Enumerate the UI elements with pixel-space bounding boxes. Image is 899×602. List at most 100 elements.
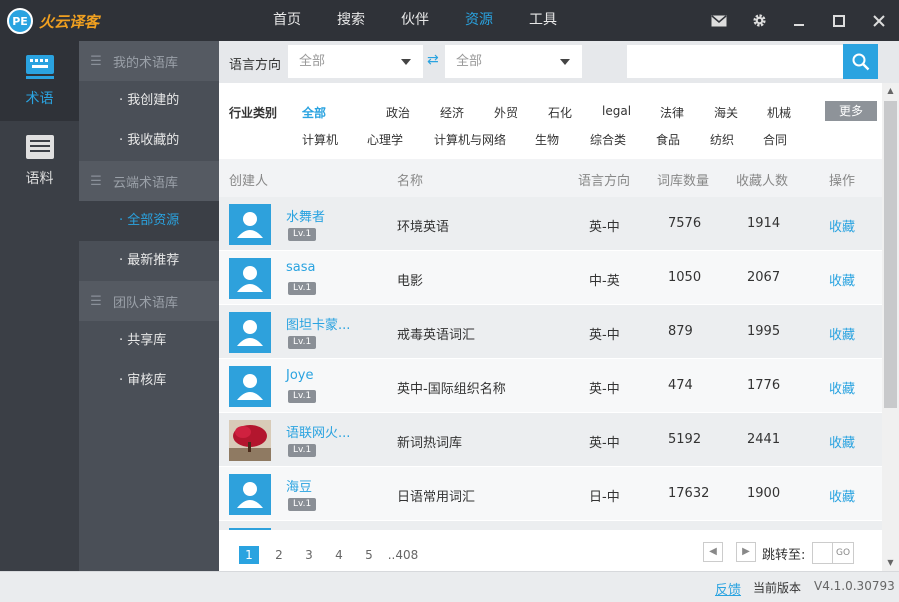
favorite-button[interactable]: 收藏 — [829, 486, 855, 505]
sidebar-item-shared[interactable]: · 共享库 — [79, 321, 219, 361]
column-header[interactable]: 语言方向 — [578, 170, 630, 189]
sidebar-item-created[interactable]: · 我创建的 — [79, 81, 219, 121]
level-badge: Lv.1 — [288, 390, 317, 403]
column-header[interactable]: 创建人 — [229, 170, 268, 189]
maximize-icon[interactable] — [819, 0, 859, 41]
close-icon[interactable] — [859, 0, 899, 41]
category-item[interactable]: 计算机与网络 — [434, 131, 506, 148]
mail-icon[interactable] — [699, 0, 739, 41]
favorite-button[interactable]: 收藏 — [829, 378, 855, 397]
page-button[interactable]: 4 — [329, 546, 349, 564]
page-button[interactable]: 1 — [239, 546, 259, 564]
avatar[interactable] — [229, 366, 271, 407]
category-item[interactable]: 经济 — [440, 104, 464, 121]
minimize-icon[interactable] — [779, 0, 819, 41]
creator-name[interactable]: 语联网火... — [286, 422, 350, 441]
avatar[interactable] — [229, 528, 271, 530]
avatar[interactable] — [229, 474, 271, 515]
category-item[interactable]: 海关 — [714, 104, 738, 121]
sidebar-item-review[interactable]: · 审核库 — [79, 361, 219, 401]
category-item[interactable]: legal — [602, 104, 631, 118]
language-direction: 英-中 — [589, 382, 620, 397]
search-input[interactable] — [627, 45, 843, 78]
next-page-icon[interactable]: ▶ — [736, 542, 756, 562]
scroll-thumb[interactable] — [884, 101, 897, 408]
favorite-count: 1995 — [747, 324, 781, 339]
category-item[interactable]: 石化 — [548, 104, 572, 121]
table-row[interactable]: 海豆 Lv.1 日语常用词汇 日-中 17632 1900 收藏 — [219, 467, 884, 521]
source-language-select[interactable]: 全部 — [288, 45, 423, 78]
favorite-button[interactable]: 收藏 — [829, 270, 855, 289]
category-item[interactable]: 外贸 — [494, 104, 518, 121]
table-row[interactable]: 图坦卡蒙... Lv.1 戒毒英语词汇 英-中 879 1995 收藏 — [219, 305, 884, 359]
category-item[interactable]: 政治 — [386, 104, 410, 121]
nav-search[interactable]: 搜索 — [319, 0, 383, 41]
module-corpus[interactable]: 语料 — [0, 121, 79, 201]
category-item[interactable]: 食品 — [656, 131, 680, 148]
section-team-terms[interactable]: ☰ 团队术语库 — [79, 281, 219, 321]
favorite-button[interactable]: 收藏 — [829, 324, 855, 343]
category-all[interactable]: 全部 — [302, 104, 326, 121]
category-item[interactable]: 计算机 — [302, 131, 338, 148]
favorite-button[interactable]: 收藏 — [829, 432, 855, 451]
creator-name[interactable]: sasa — [286, 260, 315, 275]
library-name: 环境英语 — [397, 220, 450, 235]
category-item[interactable]: 机械 — [767, 104, 791, 121]
column-header[interactable]: 收藏人数 — [736, 170, 788, 189]
category-item[interactable]: 法律 — [660, 104, 684, 121]
category-item[interactable]: 合同 — [763, 131, 787, 148]
nav-resources[interactable]: 资源 — [447, 0, 511, 41]
level-badge: Lv.1 — [288, 498, 317, 511]
avatar[interactable] — [229, 258, 271, 299]
avatar[interactable] — [229, 420, 271, 461]
avatar[interactable] — [229, 312, 271, 353]
go-button[interactable]: GO — [832, 542, 854, 564]
nav-partners[interactable]: 伙伴 — [383, 0, 447, 41]
level-badge: Lv.1 — [288, 444, 317, 457]
target-language-select[interactable]: 全部 — [445, 45, 582, 78]
category-item[interactable]: 心理学 — [367, 131, 403, 148]
module-terms[interactable]: 术语 — [0, 41, 79, 121]
prev-page-icon[interactable]: ◀ — [703, 542, 723, 562]
table-row[interactable]: 水舞者 Lv.1 环境英语 英-中 7576 1914 收藏 — [219, 197, 884, 251]
gear-icon[interactable] — [739, 0, 779, 41]
favorite-count: 2067 — [747, 270, 781, 285]
creator-name[interactable]: 图坦卡蒙... — [286, 314, 350, 333]
vertical-scrollbar[interactable]: ▲ ▼ — [882, 83, 899, 571]
column-header[interactable]: 操作 — [829, 170, 855, 189]
table-row[interactable]: 语联网火... Lv.1 新词热词库 英-中 5192 2441 收藏 — [219, 413, 884, 467]
swap-icon[interactable]: ⇄ — [427, 52, 439, 68]
favorite-button[interactable]: 收藏 — [829, 216, 855, 235]
creator-name[interactable]: 海豆 — [286, 476, 312, 495]
more-categories-button[interactable]: 更多 — [825, 101, 877, 121]
creator-name[interactable]: 水舞者 — [286, 206, 325, 225]
page-button[interactable]: 2 — [269, 546, 289, 564]
sidebar-item-all-resources[interactable]: · 全部资源 — [79, 201, 219, 241]
page-button[interactable]: 3 — [299, 546, 319, 564]
creator-name[interactable]: Joye — [286, 368, 313, 383]
search-button[interactable] — [843, 44, 878, 79]
search-icon — [852, 53, 869, 70]
category-item[interactable]: 生物 — [535, 131, 559, 148]
column-header[interactable]: 词库数量 — [657, 170, 709, 189]
scroll-up-icon[interactable]: ▲ — [882, 83, 899, 99]
feedback-link[interactable]: 反馈 — [715, 579, 741, 598]
nav-tools[interactable]: 工具 — [511, 0, 575, 41]
sidebar-item-favorited[interactable]: · 我收藏的 — [79, 121, 219, 161]
table-row[interactable]: sasa Lv.1 电影 中-英 1050 2067 收藏 — [219, 251, 884, 305]
page-last-button[interactable]: ..408 — [387, 546, 419, 564]
section-cloud-terms[interactable]: ☰ 云端术语库 — [79, 161, 219, 201]
nav-home[interactable]: 首页 — [255, 0, 319, 41]
category-item[interactable]: 综合类 — [590, 131, 626, 148]
table-row[interactable]: 招术词库 — [219, 521, 884, 530]
avatar[interactable] — [229, 204, 271, 245]
sidebar-item-recommended[interactable]: · 最新推荐 — [79, 241, 219, 281]
column-header[interactable]: 名称 — [397, 170, 423, 189]
scroll-down-icon[interactable]: ▼ — [882, 555, 899, 571]
page-button[interactable]: 5 — [359, 546, 379, 564]
language-direction-label: 语言方向 — [229, 58, 282, 73]
section-my-terms[interactable]: ☰ 我的术语库 — [79, 41, 219, 81]
category-item[interactable]: 纺织 — [710, 131, 734, 148]
table-row[interactable]: Joye Lv.1 英中-国际组织名称 英-中 474 1776 收藏 — [219, 359, 884, 413]
jump-page-input[interactable] — [812, 542, 834, 564]
